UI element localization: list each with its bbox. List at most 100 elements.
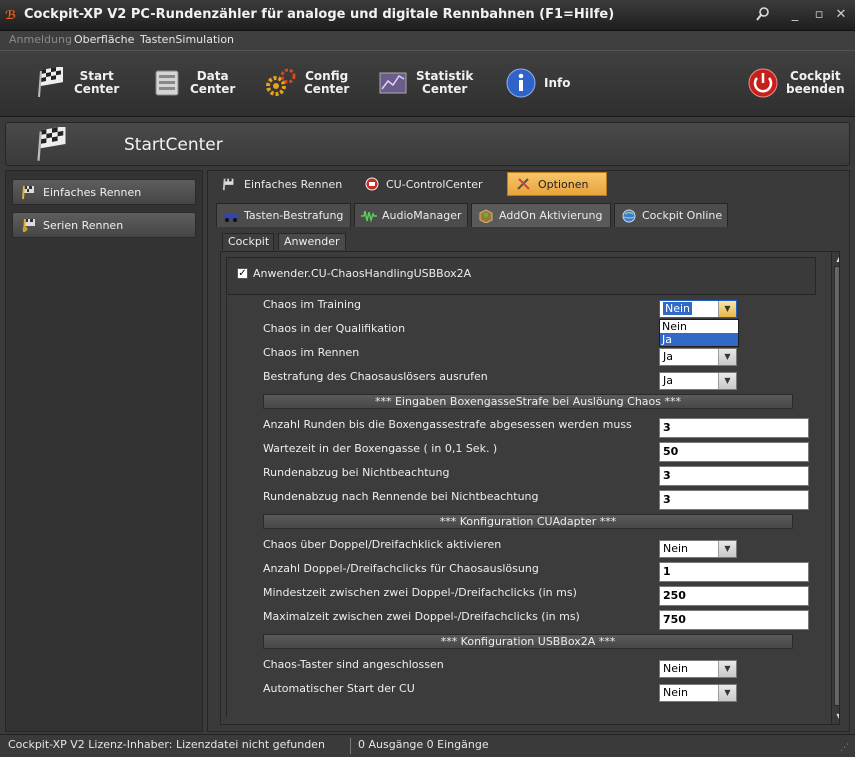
setting-label: Anzahl Runden bis die Boxengassestrafe a… bbox=[263, 418, 632, 431]
selected-value: Ja bbox=[663, 350, 673, 363]
start-center-button[interactable]: Start Center bbox=[34, 61, 119, 105]
window-title: Cockpit-XP V2 PC-Rundenzähler für analog… bbox=[24, 7, 615, 22]
main-panel: Einfaches Rennen CU-ControlCenter Option… bbox=[207, 170, 850, 732]
rundenabzug-input[interactable]: 3 bbox=[659, 466, 809, 486]
tab-addon-aktivierung[interactable]: AddOn Aktivierung bbox=[471, 203, 611, 227]
globe-icon bbox=[621, 209, 637, 223]
gears-icon bbox=[264, 66, 298, 100]
app-logo-icon: ℬ bbox=[5, 8, 17, 22]
chevron-down-icon[interactable]: ▼ bbox=[718, 541, 736, 557]
tab-cu-controlcenter[interactable]: CU-ControlCenter bbox=[356, 172, 491, 196]
main-toolbar: Start Center Data Center Config Center S… bbox=[0, 50, 855, 117]
mindestzeit-input[interactable]: 250 bbox=[659, 586, 809, 606]
tab-label: Cockpit Online bbox=[642, 209, 723, 222]
tab-einfaches-rennen[interactable]: Einfaches Rennen bbox=[214, 172, 350, 196]
menu-tastensimulation[interactable]: TastenSimulation bbox=[140, 33, 234, 46]
minimize-button[interactable]: _ bbox=[786, 6, 804, 24]
sidebar-item-einfaches-rennen[interactable]: Einfaches Rennen bbox=[12, 179, 196, 205]
tab-tasten-bestrafung[interactable]: Tasten-Bestrafung bbox=[216, 203, 351, 227]
chevron-down-icon[interactable]: ▼ bbox=[718, 301, 736, 317]
wartezeit-input[interactable]: 50 bbox=[659, 442, 809, 462]
tab-optionen[interactable]: Optionen bbox=[507, 172, 607, 196]
resize-grip-icon[interactable]: ⋰ bbox=[840, 743, 852, 755]
tab-cockpit[interactable]: Cockpit bbox=[222, 233, 274, 250]
anzahl-runden-input[interactable]: 3 bbox=[659, 418, 809, 438]
taster-select[interactable]: Nein ▼ bbox=[659, 660, 737, 678]
statistics-icon bbox=[376, 66, 410, 100]
checkered-flag-icon bbox=[34, 66, 68, 100]
chevron-down-icon[interactable]: ▼ bbox=[718, 685, 736, 701]
doppelklick-select[interactable]: Nein ▼ bbox=[659, 540, 737, 558]
database-icon bbox=[150, 66, 184, 100]
setting-label: Chaos-Taster sind angeschlossen bbox=[263, 658, 444, 671]
rundenabzug-nach-input[interactable]: 3 bbox=[659, 490, 809, 510]
menu-oberflaeche[interactable]: Oberfläche bbox=[74, 33, 134, 46]
statistik-center-button[interactable]: Statistik Center bbox=[376, 61, 473, 105]
tools-icon bbox=[516, 177, 532, 191]
cockpit-beenden-button[interactable]: Cockpit beenden bbox=[746, 61, 845, 105]
sidebar-item-label: Serien Rennen bbox=[43, 218, 124, 232]
section-header-boxengasse: *** Eingaben BoxengasseStrafe bei Auslöu… bbox=[263, 394, 793, 409]
setting-label: Chaos über Doppel/Dreifachklick aktivier… bbox=[263, 538, 502, 551]
selected-value: Nein bbox=[663, 662, 689, 675]
close-button[interactable]: ✕ bbox=[832, 6, 850, 24]
sidebar: Einfaches Rennen Serien Rennen bbox=[5, 170, 203, 732]
setting-label: Wartezeit in der Boxengasse ( in 0,1 Sek… bbox=[263, 442, 498, 455]
tab-audiomanager[interactable]: AudioManager bbox=[354, 203, 468, 227]
chevron-down-icon[interactable]: ▼ bbox=[718, 349, 736, 365]
settings-list: Chaos im Training Nein ▼ Nein Ja Chaos i… bbox=[226, 297, 816, 717]
chevron-down-icon[interactable]: ▼ bbox=[718, 661, 736, 677]
race-flag-icon bbox=[21, 184, 37, 200]
data-center-button[interactable]: Data Center bbox=[150, 61, 235, 105]
chevron-down-icon[interactable]: ▼ bbox=[718, 373, 736, 389]
sidebar-item-serien-rennen[interactable]: Serien Rennen bbox=[12, 212, 196, 238]
menu-anmeldung[interactable]: Anmeldung bbox=[9, 33, 72, 46]
selected-value: Nein bbox=[663, 686, 689, 699]
setting-label: Chaos im Training bbox=[263, 298, 362, 311]
setting-label: Anzahl Doppel-/Dreifachclicks für Chaosa… bbox=[263, 562, 539, 575]
info-button[interactable]: Info bbox=[504, 61, 570, 105]
tab-label: Optionen bbox=[538, 177, 589, 191]
scroll-up-icon[interactable]: ▲ bbox=[834, 253, 839, 264]
dropdown-option-ja[interactable]: Ja bbox=[660, 333, 738, 346]
chaos-rennen-select[interactable]: Ja ▼ bbox=[659, 348, 737, 366]
config-center-button[interactable]: Config Center bbox=[264, 61, 349, 105]
data-center-label: Data Center bbox=[190, 69, 236, 96]
page-header: StartCenter bbox=[5, 122, 850, 166]
info-label: Info bbox=[544, 75, 571, 90]
section-header-cuadapter: *** Konfiguration CUAdapter *** bbox=[263, 514, 793, 529]
tab-label: CU-ControlCenter bbox=[386, 177, 483, 191]
setting-label: Chaos in der Qualifikation bbox=[263, 322, 406, 335]
plugin-name: Anwender.CU-ChaosHandlingUSBBox2A bbox=[253, 267, 472, 280]
controlcenter-icon bbox=[364, 177, 380, 191]
page-title: StartCenter bbox=[124, 135, 223, 155]
search-icon[interactable] bbox=[754, 6, 772, 24]
anzahl-clicks-input[interactable]: 1 bbox=[659, 562, 809, 582]
setting-label: Rundenabzug bei Nichtbeachtung bbox=[263, 466, 450, 479]
checkered-flag-icon bbox=[34, 125, 70, 163]
scroll-down-icon[interactable]: ▼ bbox=[834, 711, 839, 722]
waveform-icon bbox=[361, 209, 377, 223]
setting-label: Bestrafung des Chaosauslösers ausrufen bbox=[263, 370, 488, 383]
maximalzeit-input[interactable]: 750 bbox=[659, 610, 809, 630]
chaos-training-dropdown: Nein Ja bbox=[659, 319, 739, 347]
bestrafung-select[interactable]: Ja ▼ bbox=[659, 372, 737, 390]
chaos-training-select[interactable]: Nein ▼ bbox=[659, 300, 737, 318]
section-header-usbbox: *** Konfiguration USBBox2A *** bbox=[263, 634, 793, 649]
selected-value: Nein bbox=[663, 302, 693, 315]
autostart-select[interactable]: Nein ▼ bbox=[659, 684, 737, 702]
tab-anwender[interactable]: Anwender bbox=[278, 233, 346, 250]
plugin-enabled-checkbox[interactable]: ✓ bbox=[237, 268, 248, 279]
tab-cockpit-online[interactable]: Cockpit Online bbox=[614, 203, 728, 227]
tab-label: AddOn Aktivierung bbox=[499, 209, 603, 222]
plugin-header: ✓ Anwender.CU-ChaosHandlingUSBBox2A bbox=[226, 257, 816, 295]
addon-box-icon bbox=[478, 208, 494, 224]
dropdown-option-nein[interactable]: Nein bbox=[660, 320, 738, 333]
maximize-button[interactable]: ▫ bbox=[810, 6, 828, 24]
setting-label: Chaos im Rennen bbox=[263, 346, 360, 359]
scrollbar-thumb[interactable] bbox=[834, 266, 839, 706]
io-status: 0 Ausgänge 0 Eingänge bbox=[358, 738, 489, 751]
tab-label: Tasten-Bestrafung bbox=[244, 209, 344, 222]
vertical-scrollbar[interactable]: ▲ ▼ bbox=[831, 252, 839, 724]
setting-label: Automatischer Start der CU bbox=[263, 682, 415, 695]
